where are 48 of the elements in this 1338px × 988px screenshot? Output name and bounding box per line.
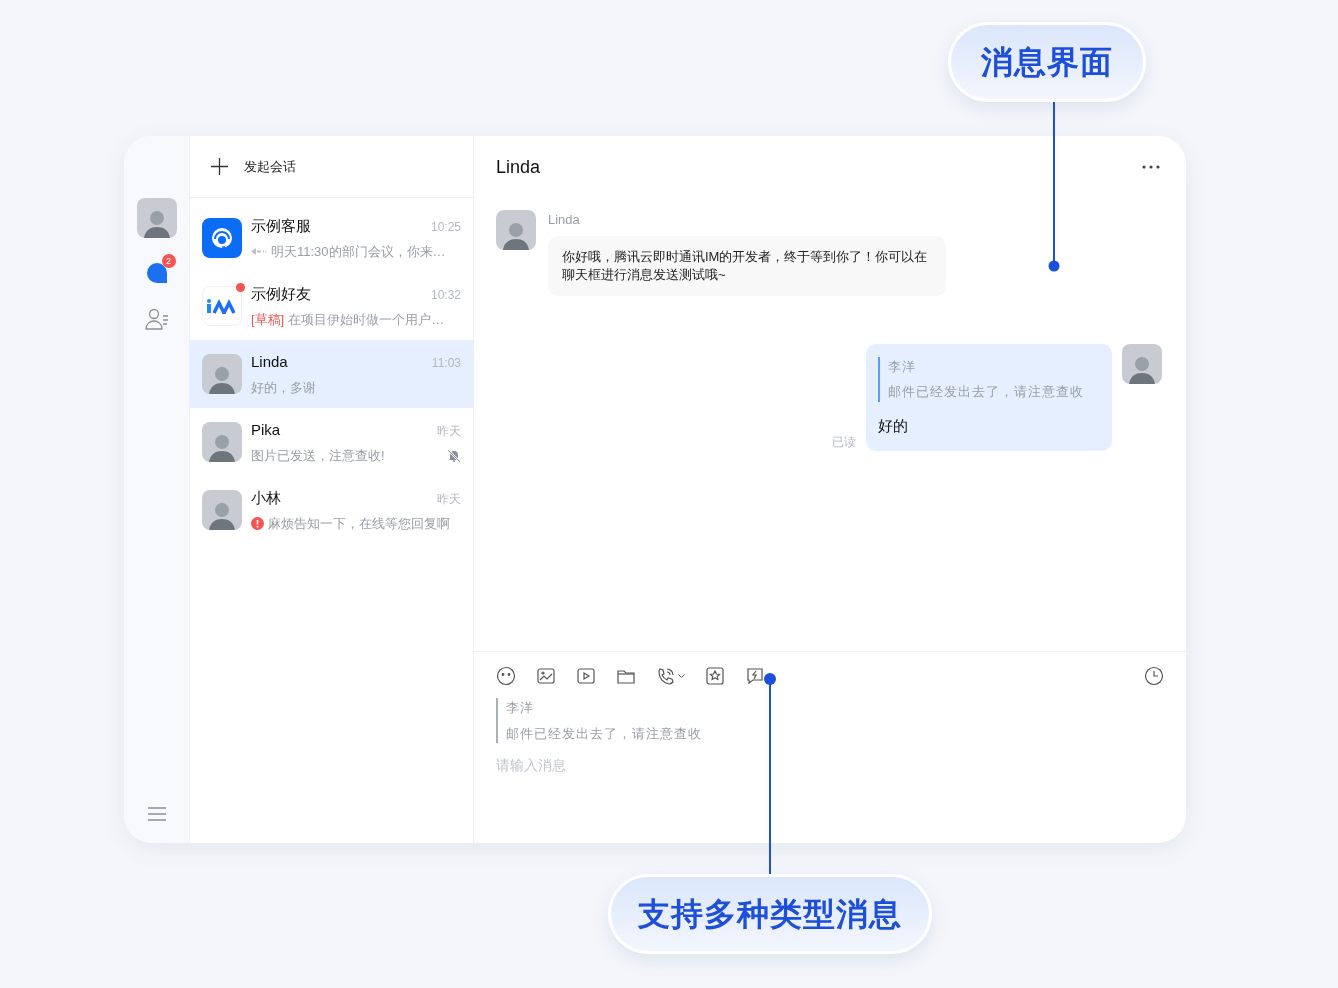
call-icon[interactable] [656,666,676,686]
contact-name: 示例客服 [251,216,311,237]
quick-icon[interactable] [745,666,765,686]
draft-label: [草稿] [251,311,285,329]
image-icon[interactable] [536,666,556,686]
avatar-placeholder [202,422,242,462]
read-receipt: 已读 [832,434,856,451]
quote-author: 李洋 [506,699,535,717]
contact-name: 小林 [251,488,281,509]
chat-bubble-icon[interactable] [145,262,168,284]
message-preview: 好的，多谢 [251,379,317,397]
plus-icon [211,158,228,175]
contacts-icon[interactable] [144,308,169,330]
callout-label: 支持多种类型消息 [608,874,932,954]
history-clock-icon[interactable] [1144,666,1164,686]
message-preview: 图片已发送，注意查收! [251,447,386,465]
chat-title: Linda [496,155,541,179]
caret-icon[interactable] [678,673,685,679]
emoji-icon[interactable] [496,666,516,686]
timestamp: 11:03 [431,354,461,372]
avatar-placeholder [1122,343,1162,384]
callout-label: 消息界面 [948,22,1146,102]
avatar-placeholder [202,490,242,530]
conversation-item[interactable]: Linda 11:03 好的，多谢 [190,340,473,408]
quote-text: 邮件已经发出去了，请注意查收 [888,383,1085,401]
quote-text: 邮件已经发出去了，请注意查收 [506,724,703,743]
unread-badge: 2 [161,254,176,268]
contact-name: 示例好友 [251,284,311,305]
contact-name: Pika [251,420,281,441]
message-input[interactable]: 请输入消息 [496,755,896,776]
timestamp: 10:32 [430,286,461,304]
message-bubble: 你好哦，腾讯云即时通讯IM的开发者，终于等到你了！你可以在聊天框进行消息发送测试哦~ [548,235,946,296]
avatar-placeholder[interactable] [136,198,177,238]
support-avatar-icon [202,218,242,258]
video-icon[interactable] [576,666,596,686]
timestamp: 10:25 [430,218,461,236]
contact-name: Linda [251,352,288,373]
avatar-placeholder [496,210,536,250]
sender-name: Linda [548,211,581,229]
logo-avatar-icon [202,286,242,326]
timestamp: 昨天 [437,490,461,508]
quote-author: 李洋 [888,357,917,376]
message-preview: 明天11:30的部门会议，你来… [271,243,447,261]
message-text: 好的 [878,415,909,436]
avatar-placeholder [202,354,242,394]
timestamp: 昨天 [437,422,461,440]
more-icon[interactable] [1142,165,1160,169]
new-chat-button[interactable]: 发起会话 [211,156,296,177]
